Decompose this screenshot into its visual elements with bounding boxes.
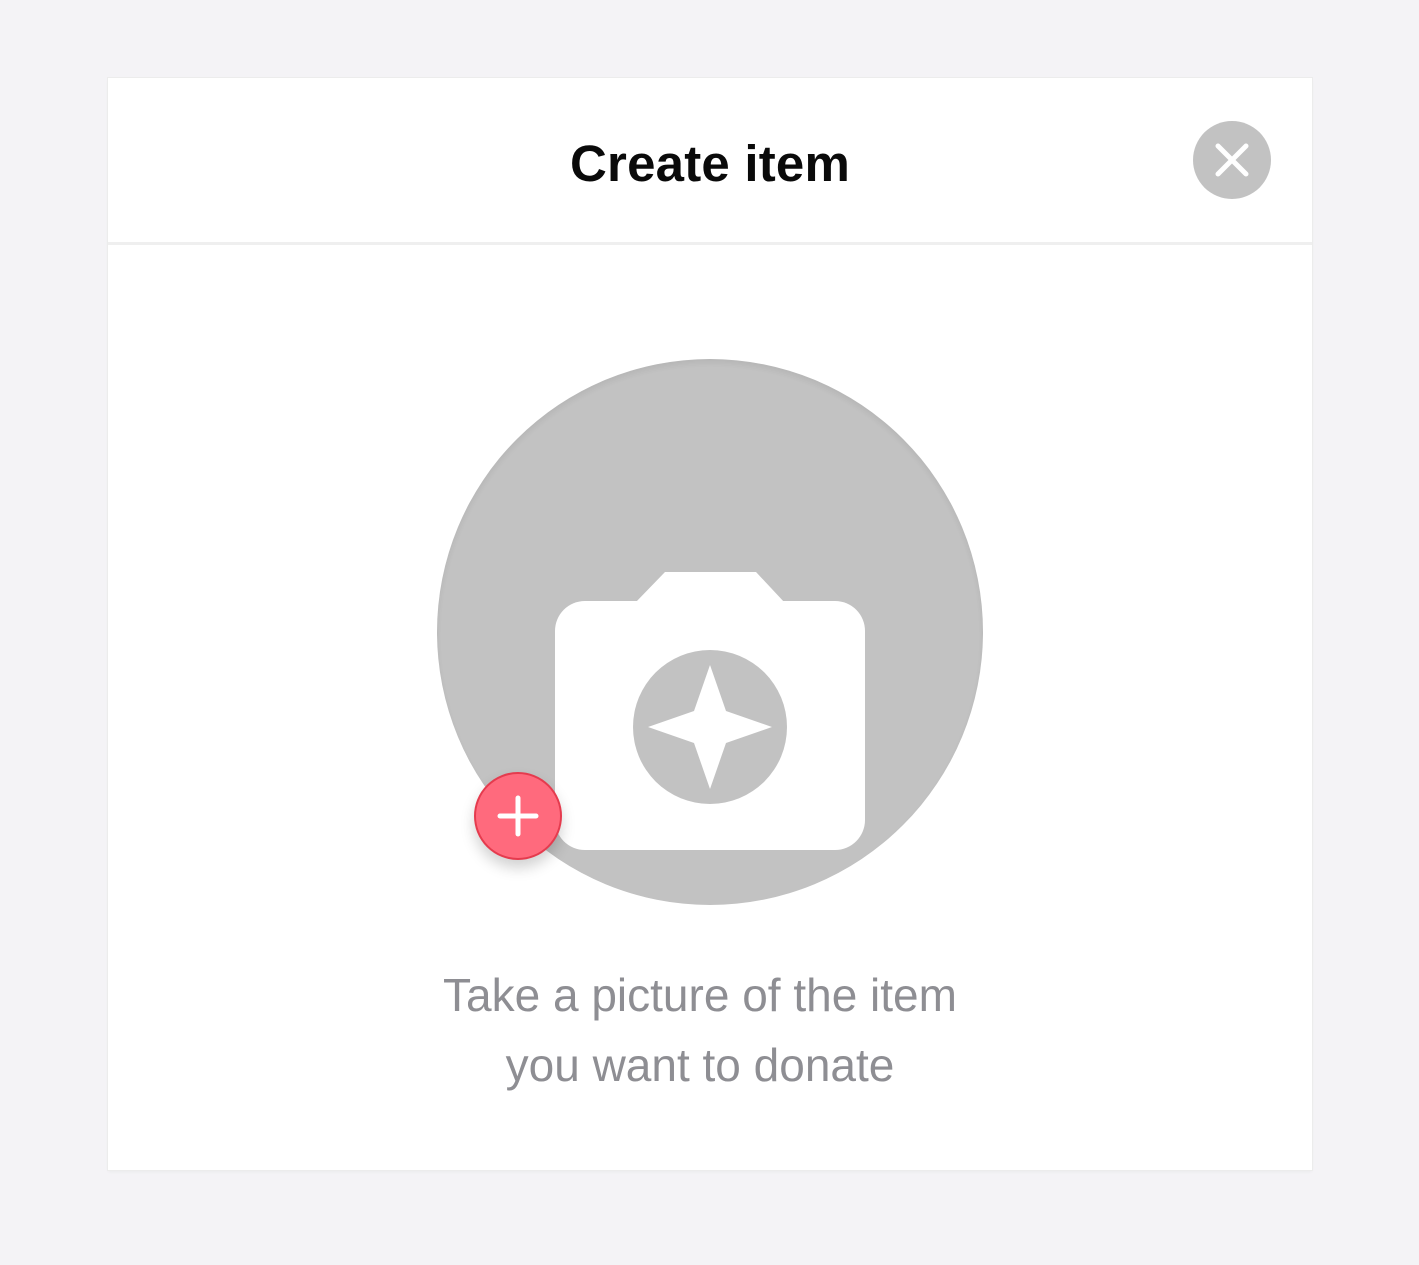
close-icon (1215, 143, 1249, 177)
add-photo-button[interactable] (474, 772, 562, 860)
plus-icon (497, 795, 539, 837)
photo-instructions: Take a picture of the item you want to d… (108, 960, 1292, 1100)
create-item-modal: Create item Take a picture of the item y… (108, 78, 1312, 1170)
instruction-line-1: Take a picture of the item (443, 969, 957, 1021)
instruction-line-2: you want to donate (505, 1039, 895, 1091)
close-button[interactable] (1193, 121, 1271, 199)
modal-header: Create item (108, 78, 1312, 245)
modal-title: Create item (570, 135, 850, 192)
